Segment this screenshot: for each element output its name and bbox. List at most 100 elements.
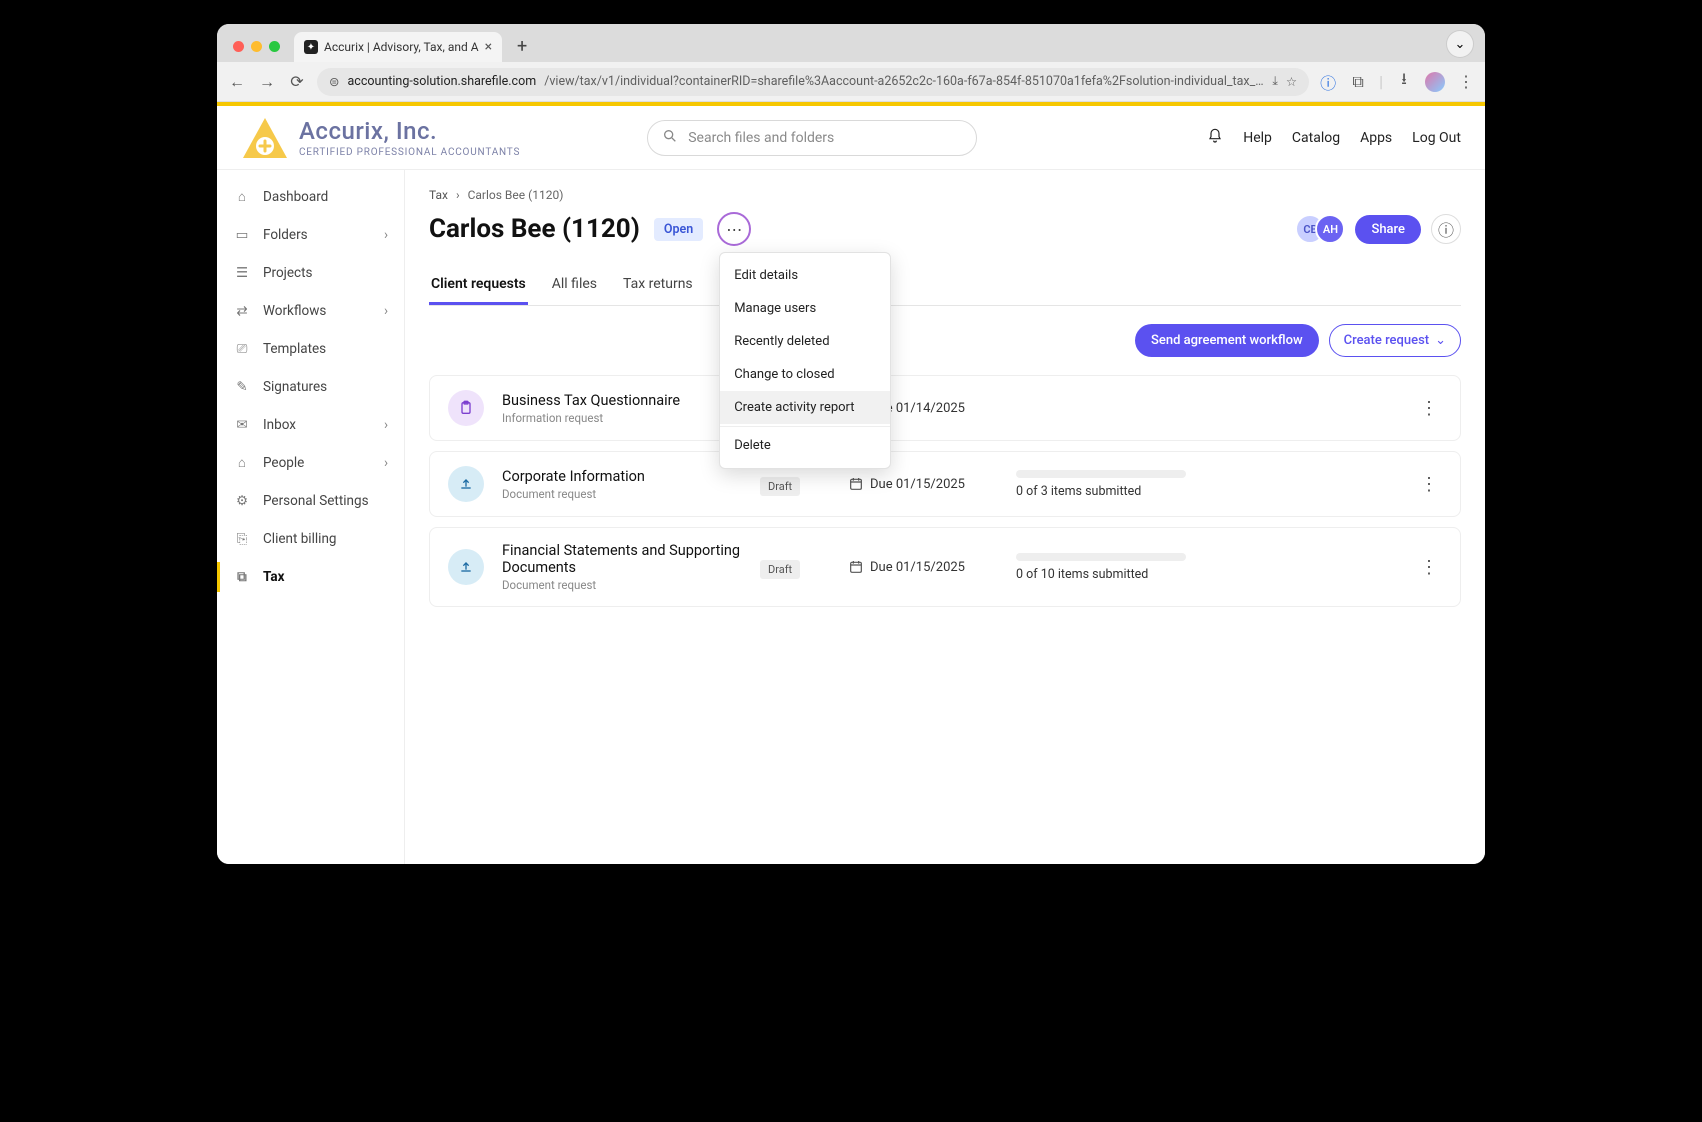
more-vertical-icon: ⋮ xyxy=(1420,398,1438,419)
sidebar-item-projects[interactable]: ☰ Projects xyxy=(217,254,404,292)
sidebar-item-client-billing[interactable]: ⎘ Client billing xyxy=(217,520,404,558)
reload-button[interactable]: ⟳ xyxy=(287,72,307,92)
close-window-icon[interactable] xyxy=(233,41,244,52)
downloads-icon[interactable]: ⭳ xyxy=(1395,73,1413,91)
site-info-icon[interactable]: ⊜ xyxy=(329,74,339,90)
search-placeholder: Search files and folders xyxy=(688,130,834,146)
request-actions-button[interactable]: ⋮ xyxy=(1416,470,1442,499)
sidebar-item-inbox[interactable]: ✉ Inbox › xyxy=(217,406,404,444)
request-list: Business Tax Questionnaire Information r… xyxy=(429,375,1461,607)
sidebar-item-label: Projects xyxy=(263,265,313,281)
chevron-right-icon: › xyxy=(384,227,388,243)
apps-link[interactable]: Apps xyxy=(1360,130,1392,146)
breadcrumb-root[interactable]: Tax xyxy=(429,188,448,202)
tab-tax-returns[interactable]: Tax returns xyxy=(621,266,695,305)
bell-icon xyxy=(1207,128,1223,144)
profile-avatar-icon[interactable] xyxy=(1425,72,1445,92)
calendar-icon xyxy=(848,559,864,575)
sidebar-icon: ⧉ xyxy=(233,568,251,586)
address-bar[interactable]: ⊜ accounting-solution.sharefile.com /vie… xyxy=(317,68,1309,96)
avatar: AH xyxy=(1315,214,1345,244)
collaborator-avatars[interactable]: CB AH xyxy=(1295,214,1345,244)
request-title: Financial Statements and Supporting Docu… xyxy=(502,542,742,576)
menu-item-delete[interactable]: Delete xyxy=(720,429,890,462)
page-actions-menu: Edit detailsManage usersRecently deleted… xyxy=(719,252,891,469)
info-button[interactable]: ⓘ xyxy=(1431,214,1461,244)
share-button[interactable]: Share xyxy=(1355,215,1421,244)
menu-item-manage-users[interactable]: Manage users xyxy=(720,292,890,325)
sidebar-item-label: People xyxy=(263,455,304,471)
request-subtitle: Document request xyxy=(502,578,742,592)
content-tabs: Client requests All files Tax returns xyxy=(429,266,1461,306)
request-actions-button[interactable]: ⋮ xyxy=(1416,553,1442,582)
request-title: Corporate Information xyxy=(502,468,742,485)
app-header: Accurix, Inc. CERTIFIED PROFESSIONAL ACC… xyxy=(217,106,1485,170)
favicon-icon: ✦ xyxy=(304,40,318,54)
close-tab-icon[interactable]: × xyxy=(485,39,492,55)
request-card[interactable]: Corporate Information Document request D… xyxy=(429,451,1461,517)
new-tab-button[interactable]: + xyxy=(508,32,536,60)
catalog-link[interactable]: Catalog xyxy=(1292,130,1340,146)
sidebar-item-label: Workflows xyxy=(263,303,326,319)
url-host: accounting-solution.sharefile.com xyxy=(347,74,536,89)
browser-tabstrip: ✦ Accurix | Advisory, Tax, and A × + ⌄ xyxy=(217,24,1485,62)
tab-client-requests[interactable]: Client requests xyxy=(429,266,528,305)
help-link[interactable]: Help xyxy=(1243,130,1272,146)
create-request-button[interactable]: Create request ⌄ xyxy=(1329,324,1461,357)
tab-all-files[interactable]: All files xyxy=(550,266,599,305)
sidebar-item-templates[interactable]: ⎚ Templates xyxy=(217,330,404,368)
back-button[interactable]: ← xyxy=(227,72,247,92)
sidebar-icon: ▭ xyxy=(233,226,251,244)
upload-icon xyxy=(448,466,484,502)
request-card[interactable]: Financial Statements and Supporting Docu… xyxy=(429,527,1461,607)
menu-item-change-to-closed[interactable]: Change to closed xyxy=(720,358,890,391)
notifications-button[interactable] xyxy=(1207,128,1223,148)
tab-dropdown-button[interactable]: ⌄ xyxy=(1447,31,1473,57)
extensions-icon[interactable]: ⧉ xyxy=(1349,73,1367,91)
brand[interactable]: Accurix, Inc. CERTIFIED PROFESSIONAL ACC… xyxy=(241,116,520,160)
more-vertical-icon: ⋮ xyxy=(1420,474,1438,495)
menu-item-edit-details[interactable]: Edit details xyxy=(720,259,890,292)
forward-button[interactable]: → xyxy=(257,72,277,92)
chevron-right-icon: › xyxy=(384,417,388,433)
browser-menu-icon[interactable]: ⋮ xyxy=(1457,73,1475,91)
sidebar-item-folders[interactable]: ▭ Folders › xyxy=(217,216,404,254)
chevron-right-icon: › xyxy=(384,455,388,471)
progress-text: 0 of 3 items submitted xyxy=(1016,484,1276,499)
browser-tab[interactable]: ✦ Accurix | Advisory, Tax, and A × xyxy=(294,32,502,62)
request-actions-button[interactable]: ⋮ xyxy=(1416,394,1442,423)
sidebar-item-tax[interactable]: ⧉ Tax xyxy=(217,558,404,596)
sidebar: ⌂ Dashboard ▭ Folders ›☰ Projects ⇄ Work… xyxy=(217,170,405,864)
search-input[interactable]: Search files and folders xyxy=(647,120,977,156)
sidebar-icon: ⎚ xyxy=(233,340,251,358)
url-path: /view/tax/v1/individual?containerRID=sha… xyxy=(544,74,1264,89)
brand-logo-icon xyxy=(241,116,289,160)
request-card[interactable]: Business Tax Questionnaire Information r… xyxy=(429,375,1461,441)
brand-name: Accurix, Inc. xyxy=(299,117,520,145)
sidebar-item-signatures[interactable]: ✎ Signatures xyxy=(217,368,404,406)
bookmark-icon[interactable]: ☆ xyxy=(1286,74,1297,90)
sidebar-item-workflows[interactable]: ⇄ Workflows › xyxy=(217,292,404,330)
sidebar-item-dashboard[interactable]: ⌂ Dashboard xyxy=(217,178,404,216)
menu-separator xyxy=(720,426,890,427)
info-extension-icon[interactable]: ⓘ xyxy=(1319,73,1337,91)
page-actions-button[interactable]: ⋯ Edit detailsManage usersRecently delet… xyxy=(717,212,751,246)
minimize-window-icon[interactable] xyxy=(251,41,262,52)
maximize-window-icon[interactable] xyxy=(269,41,280,52)
tab-title: Accurix | Advisory, Tax, and A xyxy=(324,40,479,54)
send-agreement-button[interactable]: Send agreement workflow xyxy=(1135,324,1319,357)
breadcrumb-current: Carlos Bee (1120) xyxy=(468,188,564,202)
sidebar-icon: ⎘ xyxy=(233,530,251,548)
request-subtitle: Information request xyxy=(502,411,742,425)
sidebar-item-personal-settings[interactable]: ⚙ Personal Settings xyxy=(217,482,404,520)
logout-link[interactable]: Log Out xyxy=(1412,130,1461,146)
status-badge: Open xyxy=(654,218,703,241)
request-subtitle: Document request xyxy=(502,487,742,501)
menu-item-create-activity-report[interactable]: Create activity report xyxy=(720,391,890,424)
menu-item-recently-deleted[interactable]: Recently deleted xyxy=(720,325,890,358)
install-app-icon[interactable]: ⤓ xyxy=(1272,74,1278,89)
progress-bar xyxy=(1016,553,1186,561)
status-badge: Draft xyxy=(760,560,800,579)
sidebar-item-label: Templates xyxy=(263,341,326,357)
sidebar-item-people[interactable]: ⌂ People › xyxy=(217,444,404,482)
